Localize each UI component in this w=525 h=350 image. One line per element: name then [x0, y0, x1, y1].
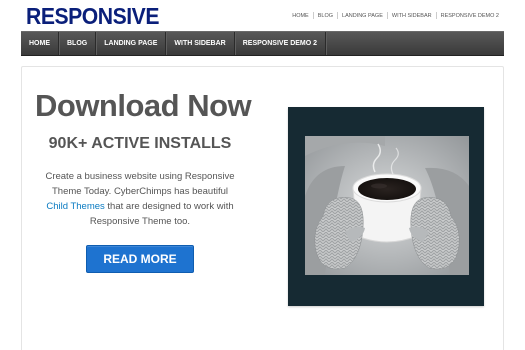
hero-description-text-end: that are designed to work with Responsiv…: [89, 201, 234, 227]
hero-description: Create a business website using Responsi…: [40, 169, 240, 229]
site-logo[interactable]: RESPONSIVE: [26, 3, 159, 30]
nav-item-home[interactable]: HOME: [21, 32, 59, 55]
hero-image-frame: [288, 107, 484, 306]
top-menu-item-landing-page[interactable]: LANDING PAGE: [338, 13, 387, 19]
hero-description-text: Create a business website using Responsi…: [45, 171, 235, 197]
top-menu-item-blog[interactable]: BLOG: [314, 13, 337, 19]
nav-item-with-sidebar[interactable]: WITH SIDEBAR: [166, 32, 235, 55]
hero-title: Download Now: [35, 88, 252, 123]
top-menu: HOME BLOG LANDING PAGE WITH SIDEBAR RESP…: [288, 12, 503, 19]
nav-item-landing-page[interactable]: LANDING PAGE: [96, 32, 167, 55]
nav-item-responsive-demo-2[interactable]: RESPONSIVE DEMO 2: [235, 32, 327, 55]
nav-item-blog[interactable]: BLOG: [59, 32, 97, 55]
hero-image-coffee-mug: [305, 136, 469, 275]
coffee-mug-illustration: [305, 136, 469, 275]
child-themes-link[interactable]: Child Themes: [46, 201, 104, 212]
top-menu-item-home[interactable]: HOME: [288, 13, 313, 19]
top-menu-item-responsive-demo-2[interactable]: RESPONSIVE DEMO 2: [437, 13, 503, 19]
hero-subtitle: 90K+ ACTIVE INSTALLS: [48, 135, 232, 152]
read-more-button[interactable]: READ MORE: [86, 245, 194, 273]
main-navigation: HOME BLOG LANDING PAGE WITH SIDEBAR RESP…: [21, 31, 504, 56]
top-menu-item-with-sidebar[interactable]: WITH SIDEBAR: [388, 13, 436, 19]
